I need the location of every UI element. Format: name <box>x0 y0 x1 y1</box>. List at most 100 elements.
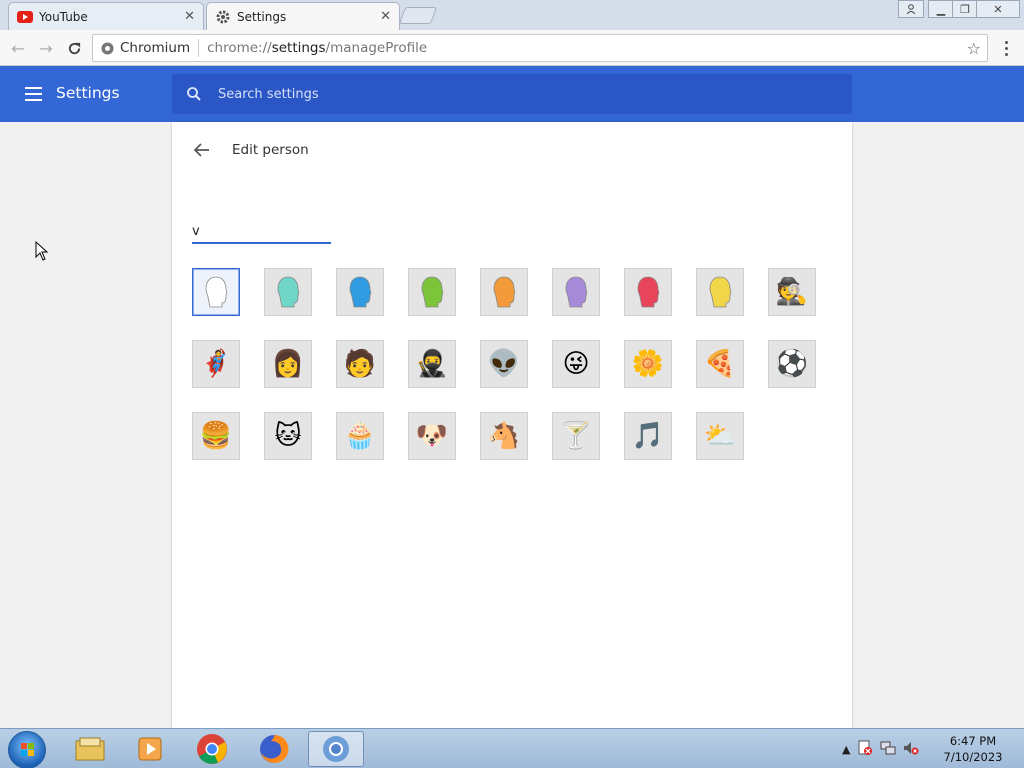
clock-time: 6:47 PM <box>949 734 997 748</box>
forward-button[interactable]: → <box>36 38 56 58</box>
search-icon <box>186 86 202 102</box>
soccer-icon: ⚽ <box>775 349 809 379</box>
browser-toolbar: ← → Chromium chrome://settings/managePro… <box>0 30 1024 66</box>
avatar-volleyball-player[interactable]: 👩 <box>264 340 312 388</box>
pizza-icon: 🍕 <box>703 349 737 379</box>
avatar-superhero[interactable]: 🦸 <box>192 340 240 388</box>
profile-icon[interactable] <box>898 0 924 18</box>
restore-button[interactable]: ❐ <box>952 0 978 18</box>
tab-settings[interactable]: Settings ✕ <box>206 2 400 30</box>
system-tray: ▲ <box>842 737 919 761</box>
window-close-button[interactable]: ✕ <box>976 0 1020 18</box>
cat-icon: 🐱 <box>274 421 302 451</box>
avatar-flower[interactable]: 🌼 <box>624 340 672 388</box>
page-title: Edit person <box>232 142 309 158</box>
head-silhouette-icon <box>565 276 588 308</box>
avatar-soccer[interactable]: ⚽ <box>768 340 816 388</box>
back-button[interactable]: ← <box>8 38 28 58</box>
mouse-cursor <box>35 240 49 266</box>
avatar-generic-blue[interactable] <box>336 268 384 316</box>
businessman-icon: 🧑 <box>343 349 377 379</box>
gear-icon <box>215 9 231 25</box>
avatar-generic-orange[interactable] <box>480 268 528 316</box>
browser-menu-button[interactable] <box>998 38 1014 58</box>
avatar-secret-agent[interactable]: 🕵 <box>768 268 816 316</box>
avatar-generic-yellow[interactable] <box>696 268 744 316</box>
note-icon: 🎵 <box>631 421 665 451</box>
avatar-cupcake[interactable]: 🧁 <box>336 412 384 460</box>
chromium-icon[interactable] <box>308 731 364 767</box>
back-arrow-icon[interactable] <box>192 140 212 160</box>
head-silhouette-icon <box>421 276 444 308</box>
volume-muted-icon[interactable] <box>903 740 919 759</box>
address-bar[interactable]: Chromium chrome://settings/manageProfile… <box>92 34 988 62</box>
name-input[interactable] <box>192 220 331 244</box>
volleyball-player-icon: 👩 <box>271 349 305 379</box>
youtube-icon <box>17 9 33 25</box>
windows-explorer-icon[interactable] <box>62 731 118 767</box>
secret-agent-icon: 🕵 <box>775 277 809 307</box>
minimize-button[interactable]: ▁ <box>928 0 954 18</box>
firefox-icon[interactable] <box>246 731 302 767</box>
network-icon[interactable] <box>880 740 896 759</box>
search-box[interactable] <box>172 74 852 114</box>
burger-icon: 🍔 <box>199 421 233 451</box>
margarita-icon: 🍸 <box>559 421 593 451</box>
bookmark-star-icon[interactable]: ☆ <box>967 39 981 58</box>
head-silhouette-icon <box>709 276 732 308</box>
head-silhouette-icon <box>493 276 516 308</box>
search-input[interactable] <box>218 86 818 102</box>
avatar-burger[interactable]: 🍔 <box>192 412 240 460</box>
close-tab-icon[interactable]: ✕ <box>184 9 195 24</box>
ninja-icon: 🥷 <box>415 349 449 379</box>
tab-youtube[interactable]: YouTube ✕ <box>8 2 204 30</box>
avatar-sun-cloud[interactable]: ⛅ <box>696 412 744 460</box>
reload-button[interactable] <box>64 38 84 58</box>
divider <box>198 39 200 57</box>
avatar-dog[interactable]: 🐶 <box>408 412 456 460</box>
chromium-page-icon <box>101 42 114 55</box>
avatar-pizza[interactable]: 🍕 <box>696 340 744 388</box>
media-player-icon[interactable] <box>122 731 178 767</box>
avatar-note[interactable]: 🎵 <box>624 412 672 460</box>
avatar-ninja[interactable]: 🥷 <box>408 340 456 388</box>
tab-title: Settings <box>237 9 287 24</box>
edit-person-card: Edit person 🕵 🦸 👩 🧑 🥷 👽 😜 🌼 🍕 ⚽ 🍔 🐱 🧁 🐶 🐴 🍸 🎵 ⛅ <box>172 122 852 728</box>
settings-header: Settings <box>0 66 1024 122</box>
flower-icon: 🌼 <box>631 349 665 379</box>
avatar-generic-white[interactable] <box>192 268 240 316</box>
start-button[interactable] <box>8 731 46 768</box>
menu-icon[interactable] <box>25 87 42 101</box>
chrome-icon[interactable] <box>184 731 240 767</box>
smiley-icon: 😜 <box>562 349 590 379</box>
head-silhouette-icon <box>205 276 228 308</box>
horse-icon: 🐴 <box>487 421 521 451</box>
head-silhouette-icon <box>637 276 660 308</box>
sun-cloud-icon: ⛅ <box>703 421 737 451</box>
show-hidden-icons-icon[interactable]: ▲ <box>842 743 850 756</box>
clock[interactable]: 6:47 PM 7/10/2023 <box>938 733 1008 765</box>
tab-strip: YouTube ✕ Settings ✕ ▁ ❐ ✕ <box>0 0 1024 30</box>
avatar-smiley[interactable]: 😜 <box>552 340 600 388</box>
avatar-horse[interactable]: 🐴 <box>480 412 528 460</box>
alien-icon: 👽 <box>487 349 521 379</box>
site-chip: Chromium <box>120 40 191 56</box>
taskbar: ▲ 6:47 PM 7/10/2023 <box>0 728 1024 768</box>
avatar-margarita[interactable]: 🍸 <box>552 412 600 460</box>
avatar-generic-purple[interactable] <box>552 268 600 316</box>
action-center-icon[interactable] <box>857 740 873 759</box>
superhero-icon: 🦸 <box>199 349 233 379</box>
cupcake-icon: 🧁 <box>343 421 377 451</box>
avatar-cat[interactable]: 🐱 <box>264 412 312 460</box>
tab-title: YouTube <box>39 9 88 24</box>
avatar-businessman[interactable]: 🧑 <box>336 340 384 388</box>
head-silhouette-icon <box>277 276 300 308</box>
avatar-generic-teal[interactable] <box>264 268 312 316</box>
new-tab-button[interactable] <box>398 7 438 24</box>
avatar-alien[interactable]: 👽 <box>480 340 528 388</box>
dog-icon: 🐶 <box>415 421 449 451</box>
avatar-generic-red[interactable] <box>624 268 672 316</box>
head-silhouette-icon <box>349 276 372 308</box>
close-tab-icon[interactable]: ✕ <box>380 9 391 24</box>
avatar-generic-green[interactable] <box>408 268 456 316</box>
